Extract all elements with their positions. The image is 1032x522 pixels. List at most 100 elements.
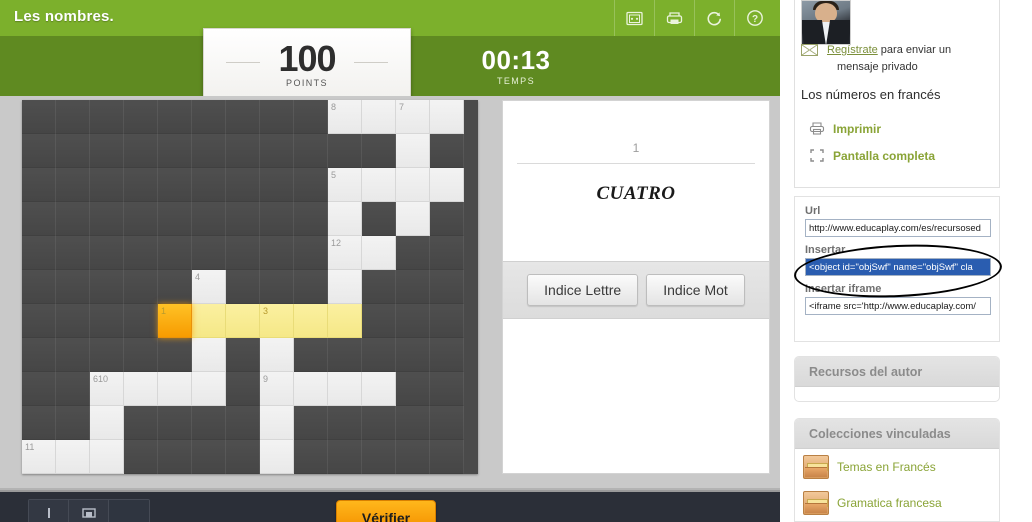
list-item[interactable]: Gramatica francesa [795,485,999,521]
object-embed-input[interactable]: <object id="objSwf" name="objSwf" cla [805,258,991,276]
hint-letter-button[interactable]: Indice Lettre [527,274,639,306]
fullscreen-action[interactable]: Pantalla completa [807,146,997,166]
grid-cell[interactable] [430,168,464,202]
grid-cell[interactable]: 8 [328,100,362,134]
grid-cell[interactable] [396,202,430,236]
grid-cell-block [90,338,124,372]
url-input[interactable]: http://www.educaplay.com/es/recursosed [805,219,991,237]
grid-cell[interactable] [124,372,158,406]
grid-cell-block [192,440,226,474]
grid-cell-block [158,134,192,168]
grid-cell-block [56,134,90,168]
grid-cell[interactable] [396,134,430,168]
grid-cell-block [192,100,226,134]
grid-cell-block [260,168,294,202]
grid-cell[interactable] [158,372,192,406]
grid-cell-block [192,236,226,270]
grid-cell[interactable] [260,338,294,372]
grid-cell[interactable] [192,338,226,372]
grid-cell[interactable] [396,168,430,202]
register-link[interactable]: Regístrate [827,44,878,56]
hint-word-button[interactable]: Indice Mot [646,274,745,306]
grid-cell[interactable] [192,372,226,406]
grid-cell-block [22,134,56,168]
grid-cell-number: 3 [263,306,269,316]
folder-icon [803,455,829,479]
grid-cell[interactable] [294,372,328,406]
grid-cell[interactable] [328,372,362,406]
grid-cell-block [430,406,464,440]
list-item[interactable]: Temas en Francés [795,449,999,485]
grid-cell[interactable] [328,304,362,338]
footer-tool-group [28,499,150,522]
grid-cell[interactable] [362,372,396,406]
grid-cell[interactable]: 12 [328,236,362,270]
help-icon[interactable]: ? [734,0,774,36]
save-tool-icon[interactable] [69,500,109,522]
grid-cell-block [396,236,430,270]
grid-cell-number: 5 [331,170,337,180]
iframe-embed-input[interactable]: <iframe src='http://www.educaplay.com/ [805,297,991,315]
grid-cell-block [294,100,328,134]
grid-cell-block [328,338,362,372]
game-panel: Les nombres. ? 100 POINTS 00:13 TEMPS 8 … [0,0,780,522]
grid-cell[interactable] [362,100,396,134]
verify-button[interactable]: Vérifier [336,500,436,522]
grid-cell-block [226,338,260,372]
grid-cell[interactable]: 5 [328,168,362,202]
grid-cell[interactable]: 4 [192,270,226,304]
grid-cell[interactable]: 9 [260,372,294,406]
grid-cell-block [362,270,396,304]
grid-cell-block [430,236,464,270]
grid-cell[interactable] [192,304,226,338]
clue-divider [517,163,755,164]
grid-cell[interactable] [362,236,396,270]
grid-cell-block [158,406,192,440]
grid-cell-block [22,338,56,372]
grid-cell[interactable]: 11 [22,440,56,474]
grid-cell-block [260,134,294,168]
print-action[interactable]: Imprimir [807,119,997,139]
printer-icon[interactable] [654,0,694,36]
expand-icon [809,148,825,168]
grid-cell[interactable]: 610 [90,372,124,406]
grid-cell[interactable] [362,168,396,202]
grid-cell-block [56,100,90,134]
grid-cell[interactable]: 3 [260,304,294,338]
grid-cell[interactable] [328,202,362,236]
grid-cell-block [90,202,124,236]
grid-cell[interactable] [90,406,124,440]
grid-cell-block [22,304,56,338]
grid-cell[interactable]: 7 [396,100,430,134]
grid-cell-block [396,270,430,304]
grid-cell-block [192,202,226,236]
author-resources-panel: Recursos del autor [794,356,1000,402]
grid-cell-block [430,440,464,474]
grid-cell-block [294,406,328,440]
grid-cell[interactable] [260,440,294,474]
grid-cell-block [430,270,464,304]
grid-cell-block [260,236,294,270]
crossword-grid[interactable]: 8 7 5 12 4 1 3 610 9 11 [22,100,478,474]
grid-cell-block [396,372,430,406]
restart-icon[interactable] [694,0,734,36]
grid-cell-block [56,304,90,338]
grid-cell[interactable]: 1 [158,304,192,338]
avatar [801,0,851,45]
grid-cell-block [124,168,158,202]
grid-cell-block [56,236,90,270]
iframe-label: Insertar iframe [805,283,882,295]
fullscreen-monitor-icon[interactable] [614,0,654,36]
grid-cell[interactable] [294,304,328,338]
grid-cell-block [362,338,396,372]
extra-tool-icon[interactable] [109,500,149,522]
grid-cell-number: 11 [25,442,35,452]
grid-cell[interactable] [260,406,294,440]
grid-cell[interactable] [56,440,90,474]
grid-cell[interactable] [430,100,464,134]
grid-cell[interactable] [226,304,260,338]
grid-cell[interactable] [328,270,362,304]
grid-cell-block [362,440,396,474]
grid-cell[interactable] [90,440,124,474]
keyboard-tool-icon[interactable] [29,500,69,522]
